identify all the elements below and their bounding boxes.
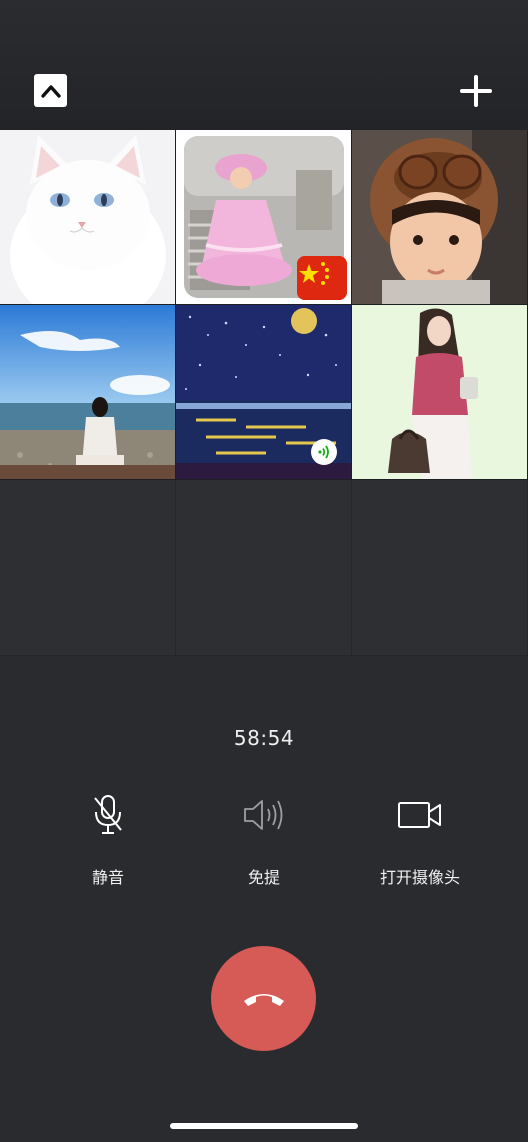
sound-wave-icon — [318, 445, 329, 459]
empty-tile — [352, 480, 528, 656]
mute-control[interactable]: 静音 — [28, 792, 188, 888]
video-camera-icon — [398, 802, 441, 828]
phone-hangup-icon — [243, 993, 284, 1006]
participant-tile-white-cat[interactable] — [0, 130, 176, 305]
woman-on-beach-avatar — [0, 305, 175, 479]
participant-grid — [0, 130, 528, 656]
empty-tile — [0, 480, 176, 656]
camera-control[interactable]: 打开摄像头 — [340, 792, 500, 888]
participant-tile-woman-on-beach[interactable] — [0, 305, 176, 480]
call-timer: 58:54 — [233, 726, 295, 750]
add-participant-button[interactable] — [458, 73, 494, 109]
speaker-label: 免提 — [247, 868, 280, 887]
mute-label: 静音 — [91, 868, 124, 887]
speaker-control[interactable]: 免提 — [184, 792, 344, 888]
woman-illustration-avatar — [352, 305, 527, 479]
hang-up-button[interactable] — [211, 946, 316, 1051]
participant-tile-night-sea-painting[interactable] — [176, 305, 352, 480]
speaker-icon — [244, 800, 283, 830]
china-flag-badge — [297, 256, 347, 300]
collapse-button[interactable] — [34, 74, 67, 107]
home-indicator[interactable] — [170, 1123, 358, 1129]
microphone-icon — [94, 795, 122, 834]
participant-tile-woman-illustration[interactable] — [352, 305, 528, 480]
empty-tile — [176, 480, 352, 656]
speaking-indicator — [311, 439, 337, 465]
white-cat-avatar — [0, 130, 175, 304]
participant-tile-girl-pink-dress[interactable] — [176, 130, 352, 305]
participant-tile-child-aviator-hat[interactable] — [352, 130, 528, 305]
child-aviator-hat-avatar — [352, 130, 527, 304]
china-flag-icon — [297, 256, 347, 300]
top-bar — [0, 0, 528, 130]
camera-label: 打开摄像头 — [379, 868, 460, 887]
chevron-up-icon — [40, 84, 61, 98]
